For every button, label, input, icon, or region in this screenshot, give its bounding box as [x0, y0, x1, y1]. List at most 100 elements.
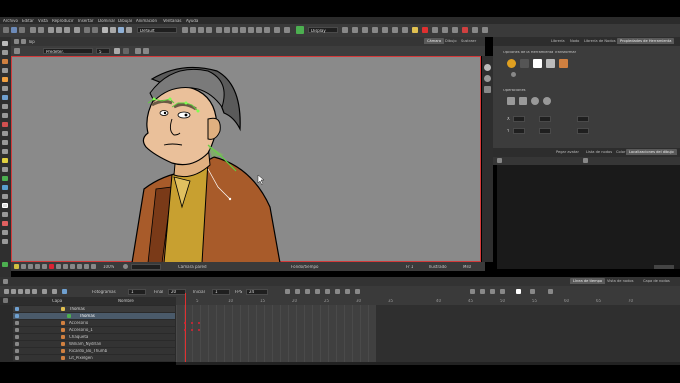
end-field[interactable]: 20	[168, 288, 186, 295]
width-field[interactable]	[539, 116, 551, 122]
menu-item-control[interactable]: Dominar	[98, 19, 115, 23]
layer-visibility-icon[interactable]	[15, 314, 19, 318]
rec-icon[interactable]	[49, 264, 54, 269]
text-tool-icon[interactable]	[2, 104, 8, 109]
onion-skin-icon[interactable]	[470, 289, 475, 294]
scene-marker-icon[interactable]	[490, 289, 495, 294]
camera-icon[interactable]	[342, 27, 348, 33]
safe-area-icon[interactable]	[42, 264, 47, 269]
tab-paste-avatar[interactable]: Pegar avatar	[553, 149, 582, 155]
next-frame-icon[interactable]	[25, 289, 30, 294]
enable-tool-icon[interactable]	[2, 262, 8, 267]
drawing-locations-list[interactable]	[497, 165, 680, 269]
panel-slider[interactable]	[654, 265, 674, 269]
lower-edit-icon[interactable]	[583, 158, 588, 163]
tab-node-list[interactable]: Lista de nodos	[583, 149, 615, 155]
sync-icon[interactable]	[516, 289, 521, 294]
tab-drawing-locations[interactable]: Localizaciones del dibujo	[626, 149, 677, 155]
menu-item-help[interactable]: Ayuda	[186, 19, 198, 23]
zoom-reset-icon[interactable]	[123, 264, 128, 269]
layer-visibility-icon[interactable]	[15, 356, 19, 360]
eraser-tool-icon[interactable]	[2, 113, 8, 118]
shape-tool-icon[interactable]	[2, 77, 8, 82]
filter-icon[interactable]	[530, 289, 535, 294]
cut-icon[interactable]	[48, 27, 54, 33]
first-frame-icon[interactable]	[4, 289, 9, 294]
layer-row[interactable]: Accesorio_1	[13, 327, 175, 333]
camera-canvas[interactable]	[11, 56, 481, 264]
tool-menu-icon[interactable]	[14, 48, 20, 54]
mask-icon[interactable]	[21, 264, 26, 269]
onion-toggle-icon[interactable]	[70, 264, 75, 269]
hand-tool-icon[interactable]	[2, 194, 8, 199]
dropper-tool-icon[interactable]	[2, 122, 8, 127]
add-layer-icon[interactable]	[3, 298, 8, 303]
open-icon[interactable]	[11, 27, 17, 33]
layer-visibility-icon[interactable]	[15, 307, 19, 311]
morph-tool-icon[interactable]	[2, 185, 8, 190]
layer-row[interactable]: Thomas	[13, 306, 175, 312]
center-icon[interactable]	[248, 27, 254, 33]
rotate-ccw-icon[interactable]	[543, 97, 551, 105]
smooth-tool-icon[interactable]	[2, 140, 8, 145]
timeline-menu-icon[interactable]	[3, 279, 8, 284]
render-icon[interactable]	[28, 264, 33, 269]
flip-view-icon[interactable]	[216, 27, 222, 33]
light-icon[interactable]	[14, 264, 19, 269]
view-lock-icon[interactable]	[21, 39, 26, 44]
zoom-tool-icon[interactable]	[2, 212, 8, 217]
zoom-timeline-icon[interactable]	[548, 289, 553, 294]
height-field[interactable]	[539, 128, 551, 134]
grid-icon[interactable]	[182, 27, 188, 33]
magnet-icon[interactable]	[533, 59, 542, 68]
brush-preset-icon[interactable]	[135, 48, 141, 54]
grid-toggle-icon[interactable]	[63, 264, 68, 269]
frame-grid[interactable]	[176, 305, 376, 362]
new-icon[interactable]	[3, 27, 9, 33]
stop-icon[interactable]	[284, 27, 290, 33]
timeline-scrollbar[interactable]	[176, 362, 680, 365]
pivot-tool-icon[interactable]	[2, 158, 8, 163]
key-add-icon[interactable]	[285, 289, 290, 294]
ungroup-icon[interactable]	[92, 27, 98, 33]
angle-field[interactable]	[577, 116, 589, 122]
menu-item-draw[interactable]: Dibujar	[118, 19, 132, 23]
layer-icon[interactable]	[118, 27, 124, 33]
spline-tool-icon[interactable]	[2, 239, 8, 244]
brush-icon[interactable]	[256, 27, 262, 33]
delete-icon[interactable]	[74, 27, 80, 33]
menu-item-animation[interactable]: Animación	[136, 19, 157, 23]
key-remove-icon[interactable]	[295, 289, 300, 294]
snap-icon[interactable]	[484, 86, 491, 93]
line-tool-icon[interactable]	[2, 86, 8, 91]
play-button-icon[interactable]	[18, 289, 23, 294]
bg-toggle-icon[interactable]	[77, 264, 82, 269]
ease-icon[interactable]	[432, 27, 438, 33]
preset-select[interactable]: Predeter.	[43, 48, 93, 54]
zoom-in-icon[interactable]	[232, 27, 238, 33]
x-field[interactable]	[513, 116, 525, 122]
zoom-out-icon[interactable]	[240, 27, 246, 33]
options-small-icon[interactable]	[511, 72, 516, 77]
menu-item-edit[interactable]: Editar	[22, 19, 34, 23]
layer-row[interactable]: Lit_Pixelgen	[13, 355, 175, 361]
menu-item-windows[interactable]: Ventanas	[163, 19, 182, 23]
frame-grid-empty[interactable]	[376, 305, 680, 362]
settings-icon[interactable]	[482, 27, 488, 33]
pivot-icon[interactable]	[392, 27, 398, 33]
keyframe-marker[interactable]	[191, 329, 193, 331]
reset-rotation-icon[interactable]	[484, 64, 491, 71]
save-icon[interactable]	[19, 27, 25, 33]
rotate-tool-icon[interactable]	[2, 230, 8, 235]
tab-node-layer[interactable]: Capa de nodos	[640, 278, 673, 284]
tab-library[interactable]: Librería	[548, 38, 568, 44]
close-panel-icon[interactable]	[462, 27, 468, 33]
flip-h-icon[interactable]	[507, 97, 515, 105]
layer-row[interactable]: Accesorio	[13, 320, 175, 326]
layer-visibility-icon[interactable]	[15, 328, 19, 332]
camera-mask-icon[interactable]	[35, 264, 40, 269]
stop-motion-icon[interactable]	[315, 289, 320, 294]
extend-icon[interactable]	[345, 289, 350, 294]
rotate-canvas-icon[interactable]	[484, 75, 491, 82]
display-select[interactable]: Display	[308, 27, 338, 33]
